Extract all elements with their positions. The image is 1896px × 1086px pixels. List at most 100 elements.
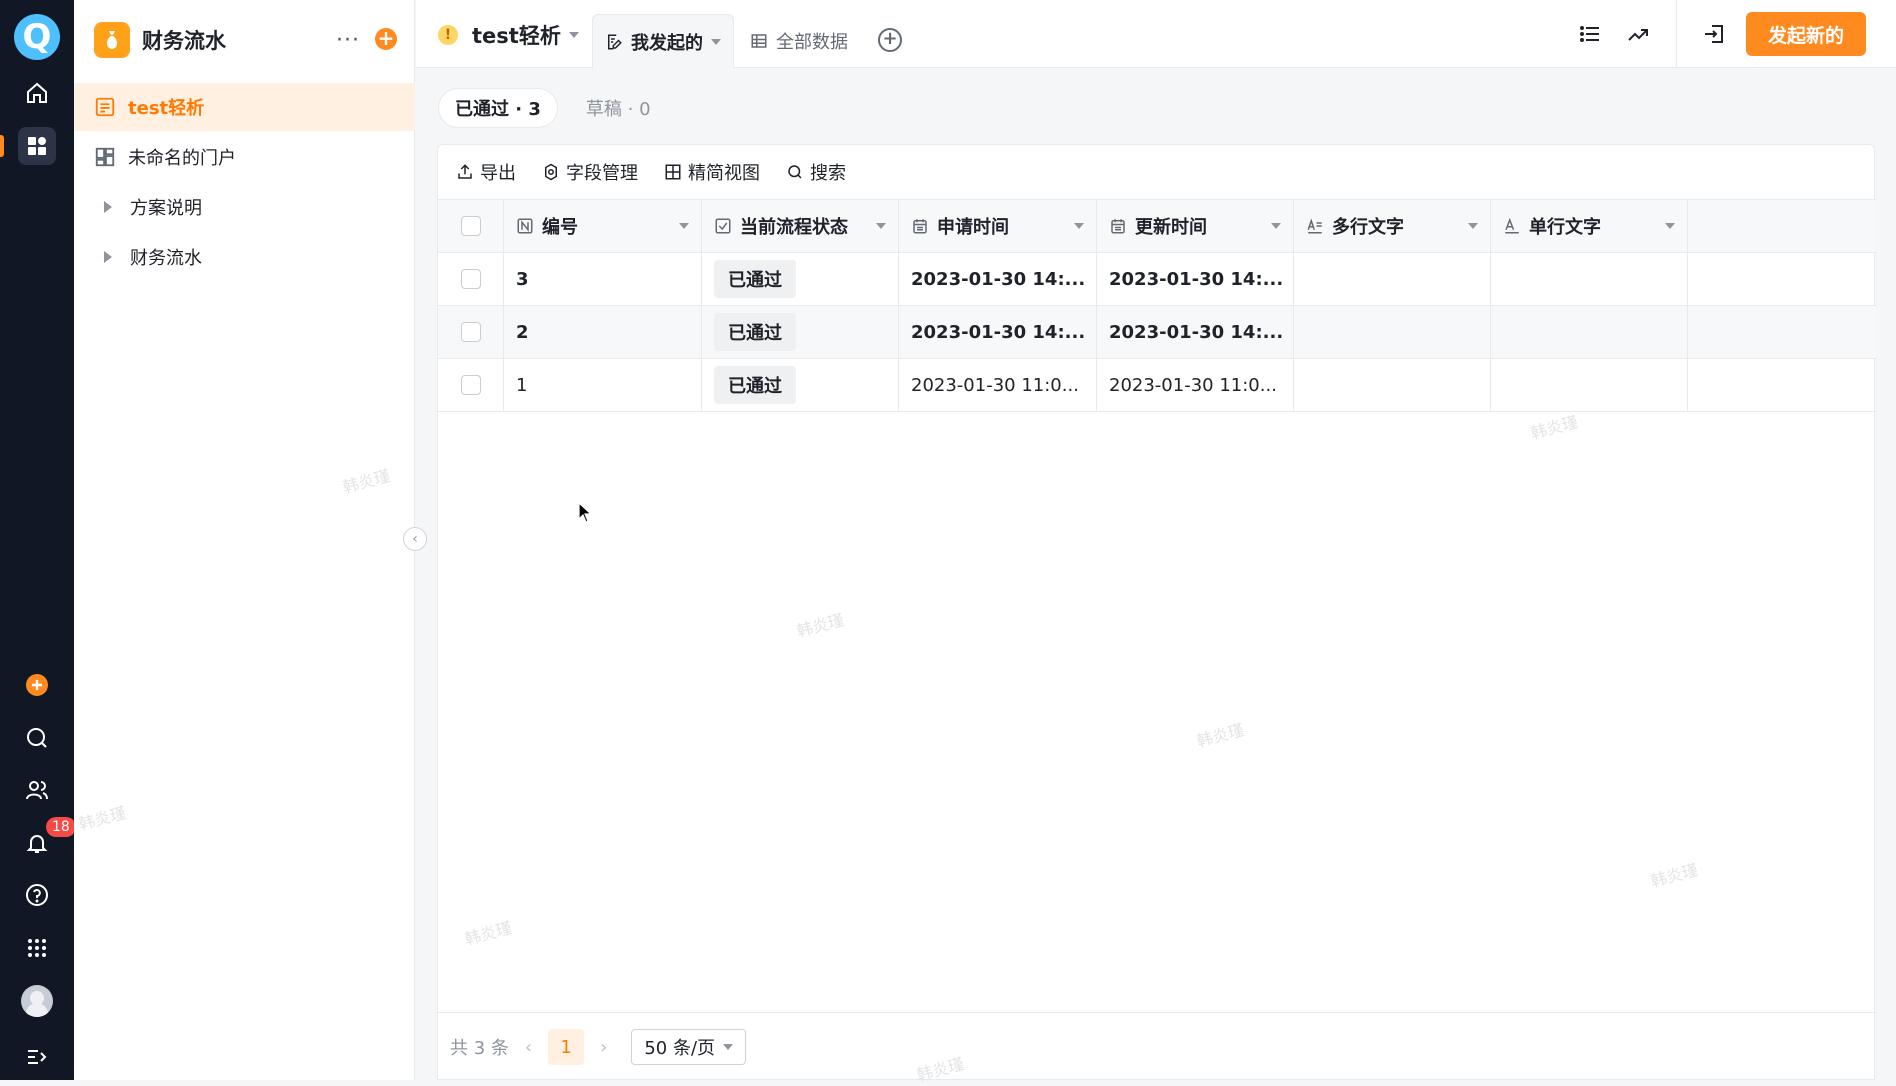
sidebar-item-finance[interactable]: 财务流水	[74, 233, 415, 281]
data-panel: 导出 字段管理 精简视图 搜索 编号 当前流程状态 申请时间 更新时间 多行文字…	[437, 144, 1876, 1081]
table-row[interactable]: 2 已通过 2023-01-30 14:... 2023-01-30 14:..…	[438, 306, 1876, 359]
text-field-icon	[1503, 217, 1521, 235]
data-table: 编号 当前流程状态 申请时间 更新时间 多行文字 单行文字 3 已通过 2023…	[438, 199, 1876, 412]
app-sidebar: 财务流水 ··· + test轻析 未命名的门户 方案说明 财务流水	[74, 0, 415, 1080]
pagination: 共 3 条 ‹ 1 › 50 条/页	[438, 1012, 1876, 1081]
column-header[interactable]: 编号	[504, 200, 702, 252]
cell-id: 1	[504, 359, 702, 411]
export-button[interactable]: 导出	[456, 159, 516, 185]
money-bag-icon	[94, 22, 130, 58]
expand-menu-icon[interactable]	[18, 1038, 56, 1076]
number-field-icon	[516, 217, 534, 235]
chevron-down-icon	[568, 32, 579, 38]
trend-chart-icon[interactable]	[1624, 20, 1652, 48]
tab-approved[interactable]: 已通过 · 3	[438, 88, 558, 128]
prev-page-icon[interactable]: ‹	[525, 1037, 532, 1058]
cell-updated-time: 2023-01-30 14:...	[1097, 253, 1294, 305]
add-item-icon[interactable]: +	[375, 28, 397, 50]
chevron-down-icon	[723, 1044, 734, 1050]
cell-id: 2	[504, 306, 702, 358]
warning-icon: !	[438, 25, 458, 45]
checkbox-field-icon	[714, 217, 732, 235]
next-page-icon[interactable]: ›	[600, 1037, 607, 1058]
cell-applied-time: 2023-01-30 14:...	[899, 253, 1097, 305]
cell-single-text	[1491, 306, 1688, 358]
total-count: 共 3 条	[450, 1038, 509, 1059]
tab-my-initiated[interactable]: 我发起的	[592, 14, 734, 68]
column-header[interactable]: 单行文字	[1491, 200, 1688, 252]
notification-badge: 18	[46, 817, 76, 837]
home-icon[interactable]	[18, 74, 56, 112]
multiline-text-icon	[1306, 217, 1324, 235]
cell-id: 3	[504, 253, 702, 305]
gear-icon	[542, 163, 560, 181]
form-title[interactable]: ! test轻析	[438, 20, 579, 50]
status-badge: 已通过	[714, 313, 796, 351]
sidebar-item-portal[interactable]: 未命名的门户	[74, 133, 415, 181]
list-icon[interactable]	[1576, 20, 1604, 48]
dashboard-icon	[94, 146, 116, 168]
app-center-icon[interactable]	[18, 929, 56, 967]
sidebar-item-label: 财务流水	[130, 248, 202, 269]
layout-icon	[664, 163, 682, 181]
expand-arrow-icon[interactable]	[104, 201, 112, 213]
page-size-select[interactable]: 50 条/页	[631, 1029, 747, 1065]
compact-view-button[interactable]: 精简视图	[664, 159, 760, 185]
expand-arrow-icon[interactable]	[104, 251, 112, 263]
calendar-icon	[911, 217, 929, 235]
add-view-icon[interactable]: +	[878, 28, 902, 52]
cell-multiline-text	[1294, 253, 1491, 305]
exit-icon[interactable]	[1700, 20, 1728, 48]
row-checkbox[interactable]	[460, 375, 481, 395]
chevron-down-icon	[711, 38, 721, 45]
column-header[interactable]: 更新时间	[1097, 200, 1294, 252]
column-header[interactable]: 申请时间	[899, 200, 1097, 252]
help-icon[interactable]	[18, 876, 56, 914]
tab-all-data[interactable]: 全部数据	[738, 14, 860, 68]
cell-single-text	[1491, 253, 1688, 305]
status-tabs: 已通过 · 3 草稿 · 0	[438, 88, 679, 128]
cell-updated-time: 2023-01-30 14:...	[1097, 306, 1294, 358]
cell-applied-time: 2023-01-30 14:...	[899, 306, 1097, 358]
field-management-button[interactable]: 字段管理	[542, 159, 638, 185]
sidebar-item-label: 未命名的门户	[128, 148, 236, 169]
app-header: 财务流水	[94, 22, 226, 58]
table-icon	[750, 32, 768, 50]
status-badge: 已通过	[714, 260, 796, 298]
sidebar-item-test-form[interactable]: test轻析	[74, 83, 415, 131]
select-all-checkbox[interactable]	[460, 216, 481, 236]
cell-updated-time: 2023-01-30 11:0...	[1097, 359, 1294, 411]
apps-grid-icon[interactable]	[18, 127, 56, 165]
sidebar-item-label: test轻析	[128, 98, 205, 119]
new-submission-button[interactable]: 发起新的	[1746, 12, 1866, 56]
search-button[interactable]: 搜索	[786, 159, 846, 185]
more-icon[interactable]: ···	[336, 28, 360, 53]
upload-icon	[456, 163, 474, 181]
tab-draft[interactable]: 草稿 · 0	[570, 88, 667, 128]
form-icon	[94, 96, 116, 118]
top-bar: ! test轻析 我发起的 全部数据 + 发起新的	[416, 0, 1896, 68]
row-checkbox[interactable]	[460, 322, 481, 342]
row-checkbox[interactable]	[460, 269, 481, 289]
column-header[interactable]: 当前流程状态	[702, 200, 899, 252]
column-header[interactable]: 多行文字	[1294, 200, 1491, 252]
current-page[interactable]: 1	[548, 1029, 585, 1065]
table-header-row: 编号 当前流程状态 申请时间 更新时间 多行文字 单行文字	[438, 199, 1876, 253]
search-icon[interactable]	[18, 719, 56, 757]
create-icon[interactable]	[18, 666, 56, 704]
edit-doc-icon	[605, 33, 623, 51]
calendar-icon	[1109, 217, 1127, 235]
search-icon	[786, 163, 804, 181]
table-row[interactable]: 1 已通过 2023-01-30 11:0... 2023-01-30 11:0…	[438, 359, 1876, 412]
app-title: 财务流水	[142, 29, 226, 53]
contacts-icon[interactable]	[18, 771, 56, 809]
cell-applied-time: 2023-01-30 11:0...	[899, 359, 1097, 411]
cell-multiline-text	[1294, 306, 1491, 358]
collapse-sidebar-button[interactable]: ‹	[403, 527, 427, 551]
avatar[interactable]	[21, 985, 53, 1017]
sidebar-item-solution-notes[interactable]: 方案说明	[74, 183, 415, 231]
app-logo[interactable]: Q	[14, 14, 60, 60]
mouse-cursor-icon	[578, 501, 594, 528]
table-row[interactable]: 3 已通过 2023-01-30 14:... 2023-01-30 14:..…	[438, 253, 1876, 306]
cell-multiline-text	[1294, 359, 1491, 411]
